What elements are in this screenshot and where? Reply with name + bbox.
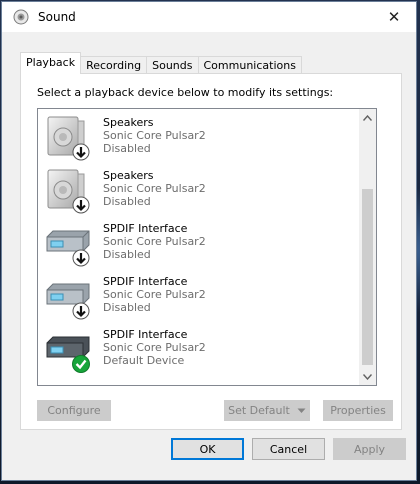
device-list-items: Speakers Sonic Core Pulsar2 Disabled Spe… [38,109,360,374]
instruction-text: Select a playback device below to modify… [37,86,334,99]
playback-panel: Select a playback device below to modify… [20,73,402,430]
chevron-down-icon [363,373,372,380]
device-status: Disabled [103,142,151,155]
device-driver: Sonic Core Pulsar2 [103,341,206,354]
sound-app-icon [13,9,29,25]
device-driver: Sonic Core Pulsar2 [103,288,206,301]
device-driver: Sonic Core Pulsar2 [103,235,206,248]
device-name: Speakers [103,169,154,182]
tab-sounds[interactable]: Sounds [146,56,199,74]
sound-dialog: Sound ✕ Playback Recording Sounds Commun… [1,1,417,481]
set-default-dropdown-button[interactable] [293,400,310,421]
device-name: SPDIF Interface [103,275,188,288]
scroll-up-button[interactable] [359,109,376,126]
close-button[interactable]: ✕ [372,2,416,32]
device-name: SPDIF Interface [103,328,188,341]
scrollbar-thumb[interactable] [362,189,373,365]
tab-communications[interactable]: Communications [197,56,302,74]
spdif-device-icon [46,230,90,267]
device-name: Speakers [103,116,154,129]
chevron-down-icon [297,408,306,413]
device-list[interactable]: Speakers Sonic Core Pulsar2 Disabled Spe… [37,108,377,386]
list-item[interactable]: Speakers Sonic Core Pulsar2 Disabled [38,162,360,215]
device-status: Default Device [103,354,185,367]
window-title: Sound [38,10,76,24]
green-check-badge [72,355,90,373]
device-status: Disabled [103,248,151,261]
device-status: Disabled [103,195,151,208]
vertical-scrollbar[interactable] [359,109,376,385]
title-bar[interactable]: Sound ✕ [2,2,416,32]
list-item[interactable]: SPDIF Interface Sonic Core Pulsar2 Disab… [38,268,360,321]
tab-strip: Playback Recording Sounds Communications [20,52,302,74]
list-item-default-device[interactable]: SPDIF Interface Sonic Core Pulsar2 Defau… [38,321,360,374]
list-item[interactable]: Speakers Sonic Core Pulsar2 Disabled [38,109,360,162]
spdif-device-icon [46,336,90,373]
ok-button[interactable]: OK [171,438,244,460]
apply-button[interactable]: Apply [333,438,406,460]
list-item[interactable]: SPDIF Interface Sonic Core Pulsar2 Disab… [38,215,360,268]
device-driver: Sonic Core Pulsar2 [103,129,206,142]
close-icon: ✕ [387,8,401,26]
chevron-up-icon [363,114,372,121]
speaker-icon [47,169,90,214]
speaker-icon [47,116,90,161]
tab-playback[interactable]: Playback [20,52,82,74]
scroll-down-button[interactable] [359,368,376,385]
configure-button[interactable]: Configure [37,400,111,421]
device-name: SPDIF Interface [103,222,188,235]
properties-button[interactable]: Properties [323,400,393,421]
device-driver: Sonic Core Pulsar2 [103,182,206,195]
tab-recording[interactable]: Recording [80,56,148,74]
set-default-button[interactable]: Set Default [224,400,294,421]
spdif-device-icon [46,283,90,320]
cancel-button[interactable]: Cancel [252,438,325,460]
device-status: Disabled [103,301,151,314]
